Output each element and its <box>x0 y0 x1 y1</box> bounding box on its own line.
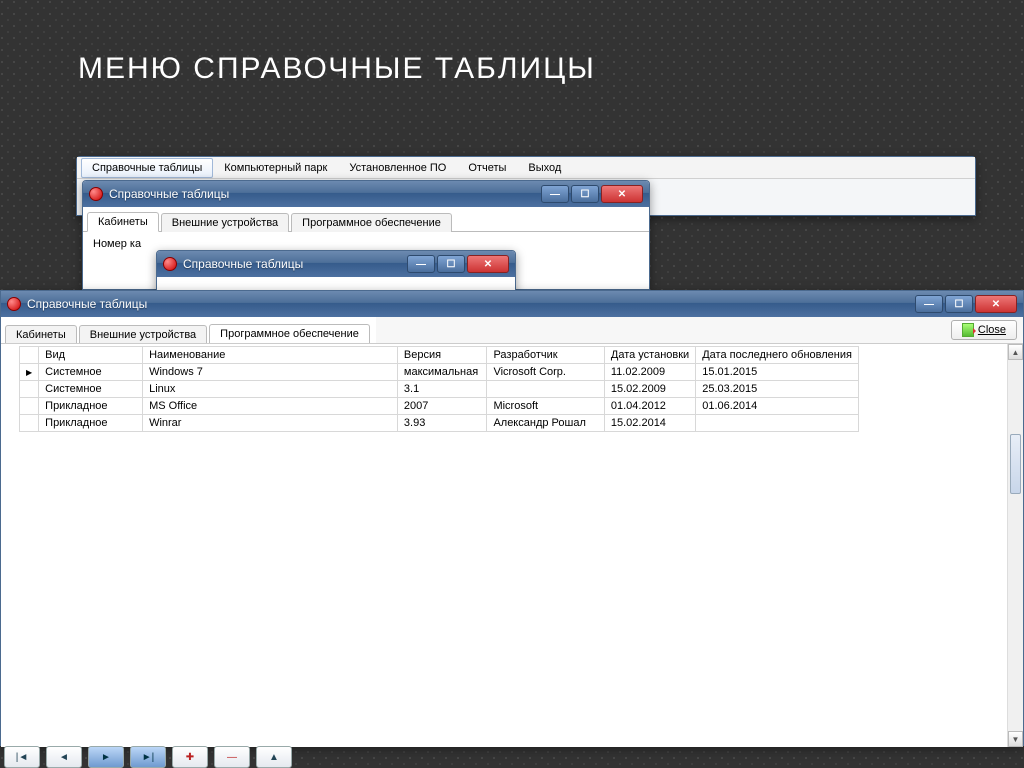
scroll-down-button[interactable]: ▼ <box>1008 731 1023 747</box>
maximize-button[interactable]: ☐ <box>437 255 465 273</box>
cell-type: Системное <box>39 381 143 398</box>
cell-version: 2007 <box>397 398 487 415</box>
table-row[interactable]: СистемноеLinux3.1 15.02.200925.03.2015 <box>20 381 859 398</box>
nav-last-button[interactable]: ►| <box>130 746 166 768</box>
nav-delete-button[interactable]: — <box>214 746 250 768</box>
app-icon <box>163 257 177 271</box>
table-row[interactable]: ПрикладноеWinrar3.93Александр Рошал15.02… <box>20 415 859 432</box>
row-selector[interactable] <box>20 364 39 381</box>
nav-edit-button[interactable]: ▲ <box>256 746 292 768</box>
col-update-date[interactable]: Дата последнего обновления <box>696 347 859 364</box>
window-title-b: Справочные таблицы <box>183 257 407 271</box>
minimize-button[interactable]: — <box>915 295 943 313</box>
col-developer[interactable]: Разработчик <box>487 347 604 364</box>
maximize-button[interactable]: ☐ <box>945 295 973 313</box>
nav-first-button[interactable]: |◄ <box>4 746 40 768</box>
scroll-up-button[interactable]: ▲ <box>1008 344 1023 360</box>
close-button[interactable]: ✕ <box>601 185 643 203</box>
col-type[interactable]: Вид <box>39 347 143 364</box>
titlebar-front[interactable]: Справочные таблицы — ☐ ✕ <box>1 291 1023 317</box>
close-form-label: Close <box>978 324 1006 336</box>
cell-developer <box>487 381 604 398</box>
grid-area: Вид Наименование Версия Разработчик Дата… <box>1 343 1023 747</box>
tab-software-a[interactable]: Программное обеспечение <box>291 213 452 232</box>
col-install-date[interactable]: Дата установки <box>604 347 695 364</box>
main-menubar: Справочные таблицы Компьютерный парк Уст… <box>77 157 975 179</box>
nav-add-button[interactable]: ✚ <box>172 746 208 768</box>
cell-developer: Microsoft <box>487 398 604 415</box>
cell-type: Системное <box>39 364 143 381</box>
cell-name: Windows 7 <box>143 364 398 381</box>
cell-update-date <box>696 415 859 432</box>
tab-cabinets-a[interactable]: Кабинеты <box>87 212 159 232</box>
col-name[interactable]: Наименование <box>143 347 398 364</box>
row-selector-header <box>20 347 39 364</box>
cell-developer: Vicrosoft Corp. <box>487 364 604 381</box>
table-row[interactable]: СистемноеWindows 7максимальнаяVicrosoft … <box>20 364 859 381</box>
menu-exit[interactable]: Выход <box>517 158 572 178</box>
front-toolbar: Кабинеты Внешние устройства Программное … <box>1 317 1023 343</box>
grid-header-row: Вид Наименование Версия Разработчик Дата… <box>20 347 859 364</box>
cell-update-date: 15.01.2015 <box>696 364 859 381</box>
scroll-thumb[interactable] <box>1010 434 1021 494</box>
minimize-button[interactable]: — <box>407 255 435 273</box>
cell-name: Linux <box>143 381 398 398</box>
cell-install-date: 15.02.2014 <box>604 415 695 432</box>
maximize-button[interactable]: ☐ <box>571 185 599 203</box>
app-icon <box>89 187 103 201</box>
cell-update-date: 01.06.2014 <box>696 398 859 415</box>
cell-name: MS Office <box>143 398 398 415</box>
cell-version: 3.1 <box>397 381 487 398</box>
app-icon <box>7 297 21 311</box>
tabs-a: Кабинеты Внешние устройства Программное … <box>83 207 649 232</box>
cell-update-date: 25.03.2015 <box>696 381 859 398</box>
tab-cabinets[interactable]: Кабинеты <box>5 325 77 344</box>
nav-prev-button[interactable]: ◄ <box>46 746 82 768</box>
table-row[interactable]: ПрикладноеMS Office2007Microsoft01.04.20… <box>20 398 859 415</box>
software-grid[interactable]: Вид Наименование Версия Разработчик Дата… <box>19 346 859 432</box>
cell-version: 3.93 <box>397 415 487 432</box>
close-button[interactable]: ✕ <box>467 255 509 273</box>
close-form-button[interactable]: Close <box>951 320 1017 340</box>
window-title-a: Справочные таблицы <box>109 187 541 201</box>
vertical-scrollbar[interactable]: ▲ ▼ <box>1007 344 1023 747</box>
cell-developer: Александр Рошал <box>487 415 604 432</box>
close-button[interactable]: ✕ <box>975 295 1017 313</box>
cabinet-number-label: Номер ка <box>93 238 141 250</box>
cell-type: Прикладное <box>39 415 143 432</box>
tab-ext-devices[interactable]: Внешние устройства <box>79 325 207 344</box>
row-selector[interactable] <box>20 381 39 398</box>
menu-computer-park[interactable]: Компьютерный парк <box>213 158 338 178</box>
tab-software[interactable]: Программное обеспечение <box>209 324 370 344</box>
col-version[interactable]: Версия <box>397 347 487 364</box>
menu-reports[interactable]: Отчеты <box>457 158 517 178</box>
nav-next-button[interactable]: ► <box>88 746 124 768</box>
titlebar-b[interactable]: Справочные таблицы — ☐ ✕ <box>157 251 515 277</box>
slide-title: МЕНЮ СПРАВОЧНЫЕ ТАБЛИЦЫ <box>78 52 596 86</box>
menu-ref-tables[interactable]: Справочные таблицы <box>81 158 213 178</box>
door-exit-icon <box>962 323 974 337</box>
cell-install-date: 15.02.2009 <box>604 381 695 398</box>
cell-type: Прикладное <box>39 398 143 415</box>
row-selector[interactable] <box>20 415 39 432</box>
row-selector[interactable] <box>20 398 39 415</box>
tab-ext-devices-a[interactable]: Внешние устройства <box>161 213 289 232</box>
window-title-front: Справочные таблицы <box>27 297 915 311</box>
cell-install-date: 11.02.2009 <box>604 364 695 381</box>
ref-tables-window-front: Справочные таблицы — ☐ ✕ Кабинеты Внешни… <box>0 290 1024 746</box>
minimize-button[interactable]: — <box>541 185 569 203</box>
cell-name: Winrar <box>143 415 398 432</box>
titlebar-a[interactable]: Справочные таблицы — ☐ ✕ <box>83 181 649 207</box>
cell-version: максимальная <box>397 364 487 381</box>
record-navigator: |◄ ◄ ► ►| ✚ — ▲ <box>4 746 292 768</box>
cell-install-date: 01.04.2012 <box>604 398 695 415</box>
menu-installed-sw[interactable]: Установленное ПО <box>338 158 457 178</box>
